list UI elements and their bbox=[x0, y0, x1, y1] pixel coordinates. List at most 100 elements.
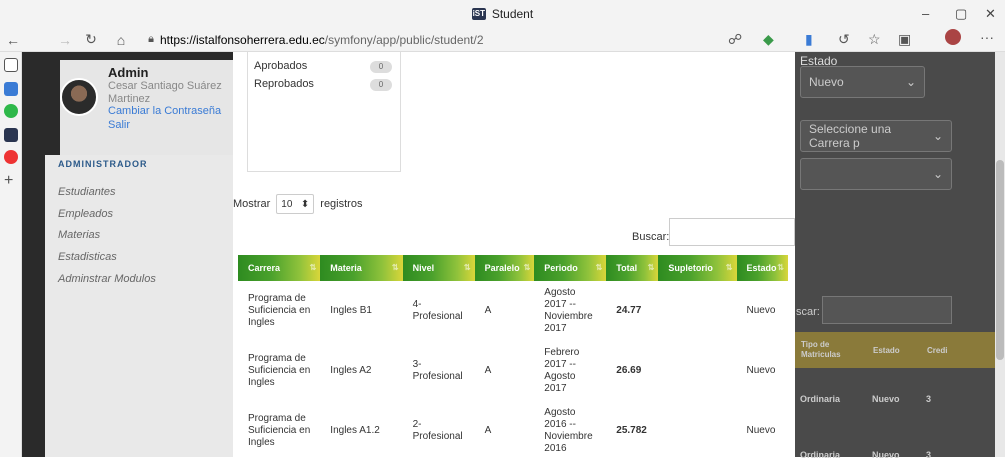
col-header-materia[interactable]: Materia ⇅ bbox=[320, 255, 403, 281]
collections-icon[interactable]: ▣ bbox=[898, 31, 911, 48]
maximize-icon[interactable]: ▢ bbox=[955, 6, 967, 22]
cell-nivel: 4- Profesional bbox=[412, 299, 463, 322]
add-icon[interactable]: + bbox=[4, 172, 13, 190]
right-col-tipo[interactable]: Tipo de Matriculas bbox=[801, 340, 851, 360]
search-input[interactable] bbox=[669, 218, 795, 246]
more-icon[interactable]: ··· bbox=[980, 29, 994, 45]
window-titlebar: iST Student – ▢ ✕ bbox=[0, 0, 1005, 28]
col-header-total[interactable]: Total ⇅ bbox=[606, 255, 659, 281]
col-header-periodo[interactable]: Periodo ⇅ bbox=[534, 255, 607, 281]
right-col-estado[interactable]: Estado bbox=[873, 346, 900, 356]
tabs-icon[interactable] bbox=[4, 58, 18, 72]
reload-icon[interactable]: ↻ bbox=[78, 31, 104, 48]
menu-item-estadisticas[interactable]: Estadisticas bbox=[58, 251, 117, 263]
browser-sidebar: + bbox=[0, 52, 22, 457]
sort-icon: ⇅ bbox=[647, 263, 655, 272]
grades-table: Carrera ⇅ Materia ⇅ Nivel ⇅ Paralelo ⇅ Perio… bbox=[238, 255, 788, 461]
table-row[interactable]: Programa de Suficiencia en Ingles Ingles… bbox=[238, 281, 788, 341]
url-field[interactable]: https://istalfonsoherrera.edu.ec/symfony… bbox=[160, 30, 765, 50]
cell-nivel: 3- Profesional bbox=[412, 359, 463, 382]
cell-periodo: Agosto 2017 -- Noviembre 2017 bbox=[544, 287, 593, 334]
whatsapp-icon[interactable] bbox=[4, 104, 18, 118]
right-cell-tipo: Ordinaria bbox=[800, 394, 841, 404]
col-header-carrera[interactable]: Carrera ⇅ bbox=[238, 255, 321, 281]
menu-panel bbox=[45, 155, 233, 457]
profile-role: Admin bbox=[108, 65, 149, 80]
right-estado-value: Nuevo bbox=[809, 75, 844, 89]
menu-item-empleados[interactable]: Empleados bbox=[58, 208, 113, 220]
minimize-icon[interactable]: – bbox=[922, 6, 929, 21]
back-icon[interactable]: ← bbox=[0, 32, 26, 48]
menu-item-materias[interactable]: Materias bbox=[58, 229, 100, 241]
right-carrera-placeholder: Seleccione una Carrera p bbox=[809, 122, 892, 150]
col-header-estado[interactable]: Estado ⇅ bbox=[736, 255, 788, 281]
favorites-icon[interactable]: ☆ bbox=[868, 31, 881, 48]
avatar bbox=[60, 78, 98, 116]
length-prefix: Mostrar bbox=[233, 198, 271, 210]
sort-icon: ⇅ bbox=[463, 263, 471, 272]
outlook-icon[interactable] bbox=[4, 82, 18, 96]
right-table-header: Tipo de Matriculas Estado Credi bbox=[795, 332, 995, 368]
cell-supletorio bbox=[658, 401, 736, 461]
right-cell-estado: Nuevo bbox=[872, 450, 900, 460]
sort-icon: ⇅ bbox=[391, 263, 399, 272]
right-col-credito[interactable]: Credi bbox=[927, 346, 947, 356]
sort-icon: ⇅ bbox=[595, 263, 603, 272]
ist-icon[interactable] bbox=[4, 128, 18, 142]
home-icon[interactable]: ⌂ bbox=[108, 32, 134, 48]
tab-title[interactable]: iST Student bbox=[471, 7, 534, 21]
menu-item-estudiantes[interactable]: Estudiantes bbox=[58, 186, 115, 198]
sort-icon: ⇅ bbox=[523, 263, 531, 272]
right-search-input[interactable] bbox=[822, 296, 952, 324]
chevron-down-icon: ⌄ bbox=[932, 129, 943, 143]
col-header-supletorio[interactable]: Supletorio ⇅ bbox=[658, 255, 737, 281]
record-icon[interactable] bbox=[4, 150, 18, 164]
forward-icon[interactable]: → bbox=[52, 32, 78, 48]
url-host: https://istalfonsoherrera.edu.ec bbox=[160, 32, 325, 47]
right-estado-select[interactable]: Nuevo ⌄ bbox=[800, 66, 925, 98]
legend-badge-aprobados: 0 bbox=[370, 61, 392, 73]
sort-icon: ⇅ bbox=[309, 263, 317, 272]
cell-paralelo: A bbox=[484, 425, 492, 436]
sort-icon: ⇅ bbox=[777, 263, 784, 272]
right-cell-estado: Nuevo bbox=[872, 394, 900, 404]
right-cell-credito: 3 bbox=[926, 450, 932, 460]
col-header-paralelo[interactable]: Paralelo ⇅ bbox=[474, 255, 535, 281]
table-row[interactable]: Programa de Suficiencia en Ingles Ingles… bbox=[238, 401, 788, 461]
shield-icon[interactable]: ◆ bbox=[763, 31, 774, 48]
cell-nivel: 2- Profesional bbox=[412, 419, 463, 442]
col-header-nivel[interactable]: Nivel ⇅ bbox=[402, 255, 475, 281]
cell-carrera: Programa de Suficiencia en Ingles bbox=[248, 413, 311, 448]
cell-estado: Nuevo bbox=[746, 365, 776, 376]
favicon-icon: iST bbox=[471, 8, 486, 20]
length-value: 10 bbox=[281, 198, 293, 210]
menu-item-administrar-modulos[interactable]: Adminstrar Modulos bbox=[58, 273, 156, 285]
cell-carrera: Programa de Suficiencia en Ingles bbox=[248, 293, 311, 328]
cell-estado: Nuevo bbox=[746, 425, 776, 436]
cell-total: 25.782 bbox=[616, 425, 647, 436]
right-cell-credito: 3 bbox=[926, 394, 932, 404]
right-carrera-select[interactable]: Seleccione una Carrera p ⌄ bbox=[800, 120, 952, 152]
reader-icon[interactable]: ☍ bbox=[728, 31, 742, 48]
sort-icon: ⇅ bbox=[725, 263, 733, 272]
refresh-extension-icon[interactable]: ↺ bbox=[838, 31, 850, 48]
length-suffix: registros bbox=[320, 198, 363, 210]
scrollbar-thumb[interactable] bbox=[996, 160, 1004, 360]
bookmark-icon[interactable]: ▮ bbox=[805, 31, 813, 48]
legend-badge-reprobados: 0 bbox=[370, 79, 392, 91]
tab-title-text: Student bbox=[491, 7, 534, 21]
cell-carrera: Programa de Suficiencia en Ingles bbox=[248, 353, 311, 388]
chevron-down-icon: ⌄ bbox=[932, 167, 943, 181]
select-arrows-icon: ⬍ bbox=[300, 198, 310, 210]
cell-materia: Ingles A1.2 bbox=[330, 425, 380, 436]
profile-avatar-icon[interactable] bbox=[945, 29, 961, 45]
close-icon[interactable]: ✕ bbox=[985, 6, 996, 22]
change-password-link[interactable]: Cambiar la Contraseña bbox=[108, 105, 221, 117]
table-header-row: Carrera ⇅ Materia ⇅ Nivel ⇅ Paralelo ⇅ Perio… bbox=[238, 255, 788, 281]
cell-periodo: Agosto 2016 -- Noviembre 2016 bbox=[544, 407, 593, 454]
length-select[interactable]: 10 ⬍ bbox=[276, 194, 315, 214]
right-empty-select[interactable]: ⌄ bbox=[800, 158, 952, 190]
table-row[interactable]: Programa de Suficiencia en Ingles Ingles… bbox=[238, 341, 788, 401]
legend-label-aprobados: Aprobados bbox=[254, 60, 308, 72]
logout-link[interactable]: Salir bbox=[108, 119, 130, 131]
